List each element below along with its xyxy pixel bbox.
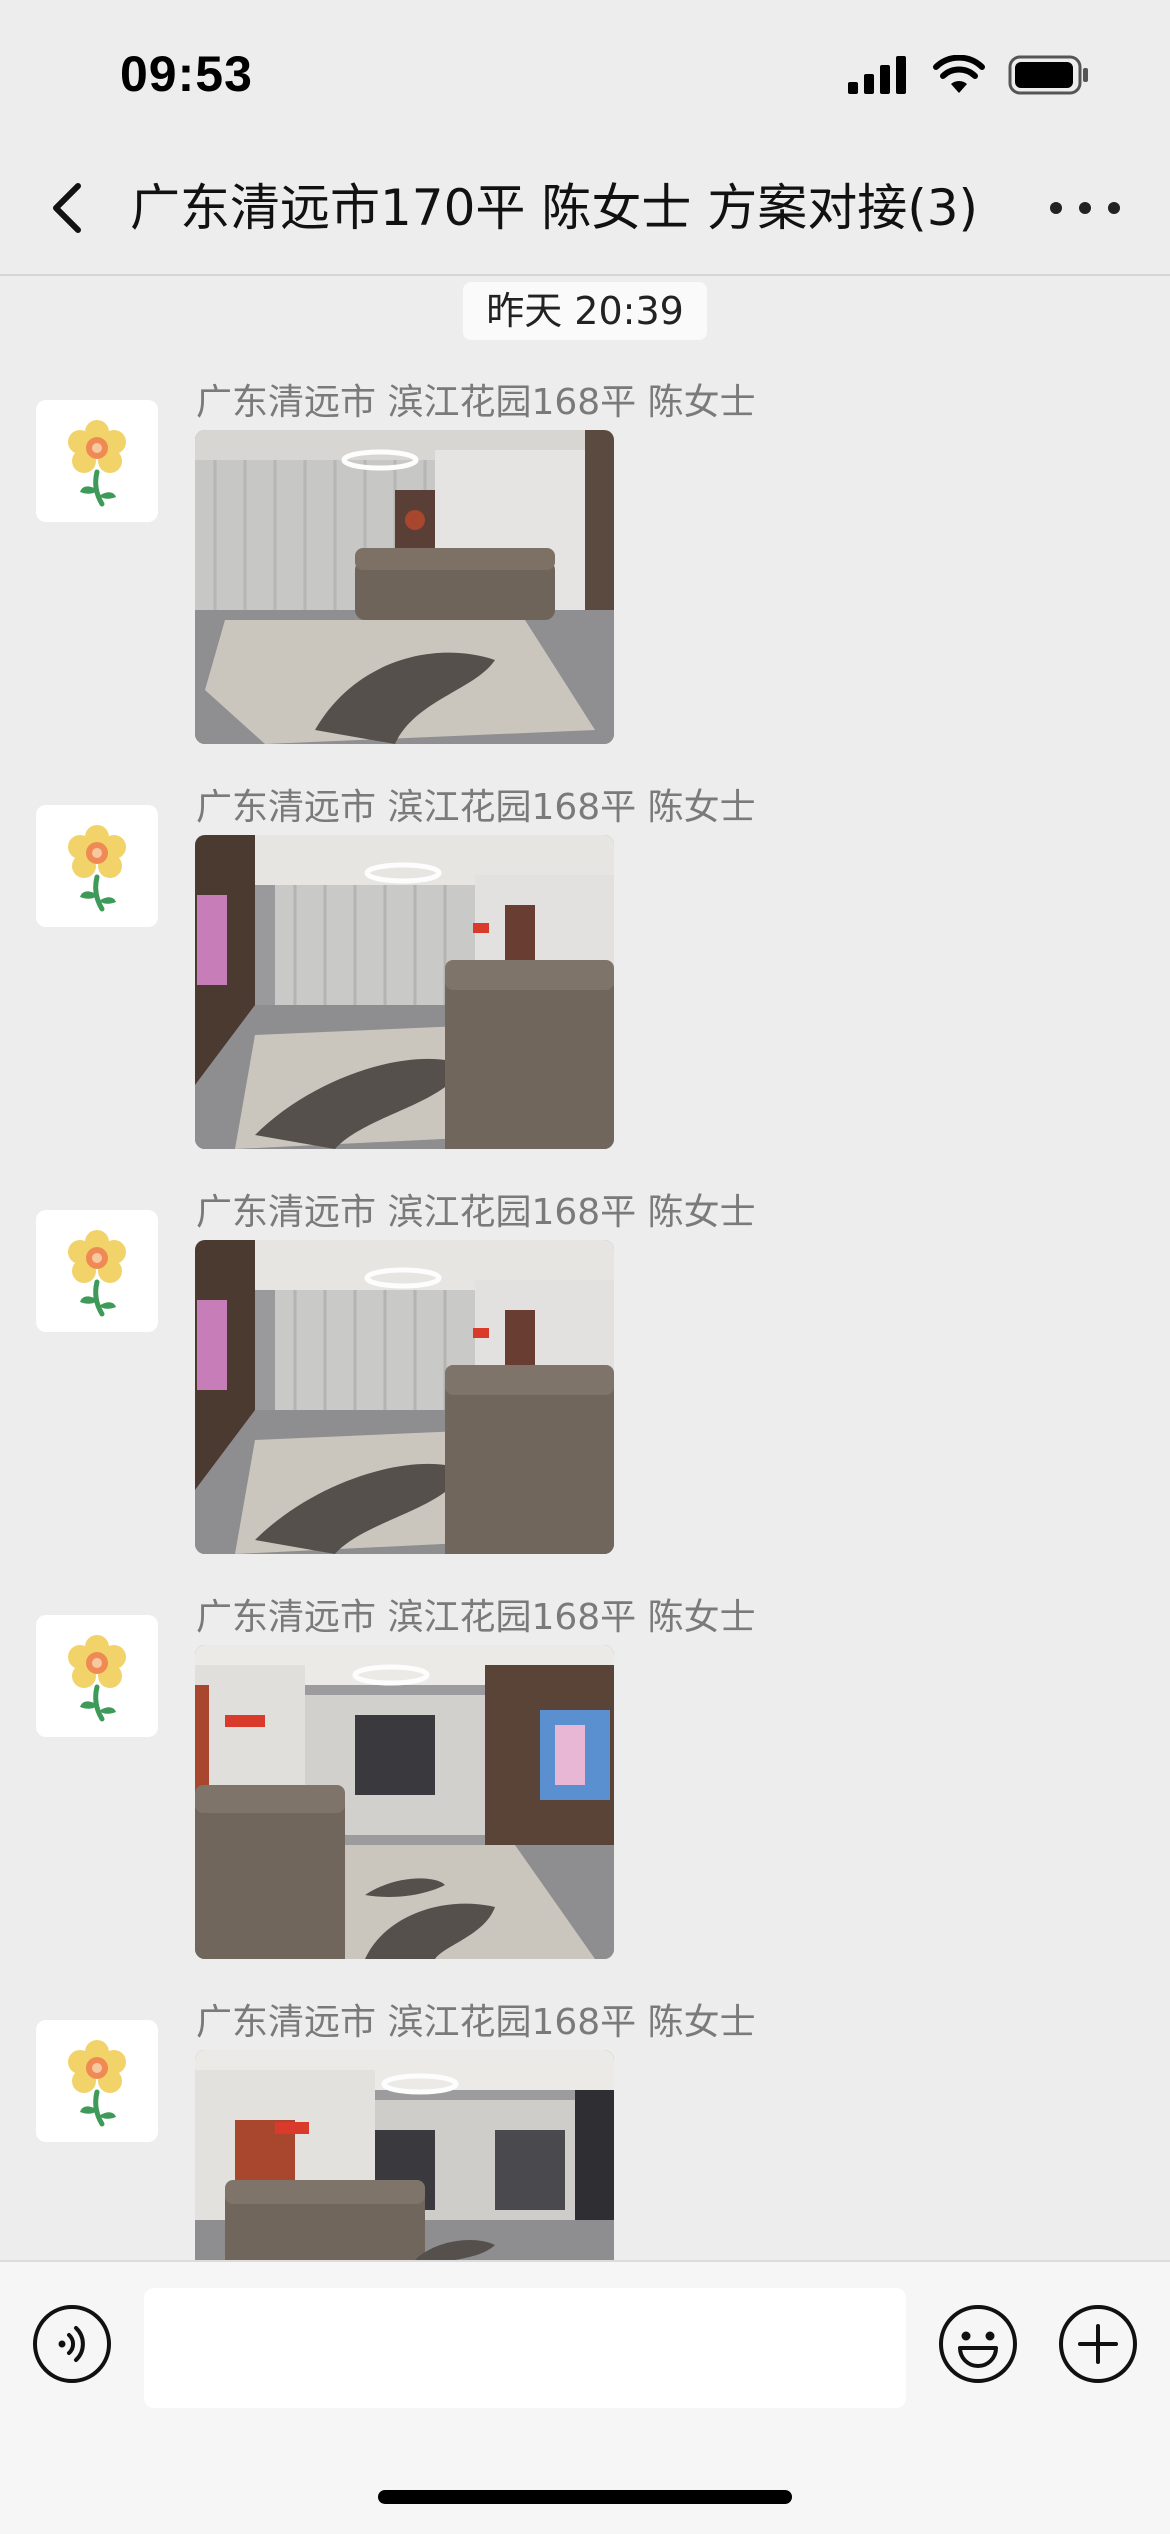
voice-button[interactable] (32, 2304, 112, 2384)
message-timestamp: 昨天 20:39 (463, 282, 707, 340)
sender-name: 广东清远市 滨江花园168平 陈女士 (196, 787, 756, 828)
living-room-photo (195, 1240, 614, 1554)
living-room-photo (195, 1645, 614, 1959)
home-indicator[interactable] (378, 2490, 792, 2504)
flower-avatar-icon (68, 1635, 126, 1722)
battery-icon (1008, 55, 1088, 95)
chat-image[interactable] (195, 835, 614, 1149)
message-item: 广东清远市 滨江花园168平 陈女士 (0, 785, 1170, 1185)
more-dot (1079, 202, 1091, 214)
chat-image[interactable] (195, 430, 614, 744)
sender-name: 广东清远市 滨江花园168平 陈女士 (196, 382, 756, 423)
chevron-left-icon (53, 183, 81, 233)
flower-avatar-icon (68, 2040, 126, 2127)
chat-title: 广东清远市170平 陈女士 方案对接(3) (130, 179, 979, 237)
living-room-photo (195, 2050, 614, 2260)
signal-icon (848, 56, 906, 94)
plus-icon (1059, 2305, 1137, 2383)
message-item: 广东清远市 滨江花园168平 陈女士 (0, 380, 1170, 780)
emoji-button[interactable] (938, 2304, 1018, 2384)
message-input[interactable] (144, 2288, 906, 2408)
status-bar: 09:53 (0, 0, 1170, 140)
avatar[interactable] (36, 1210, 158, 1332)
status-time: 09:53 (120, 46, 253, 102)
flower-avatar-icon (68, 1230, 126, 1317)
more-button[interactable] (1050, 180, 1120, 236)
voice-icon (33, 2305, 111, 2383)
living-room-photo (195, 835, 614, 1149)
status-icons (848, 55, 1090, 95)
chat-image[interactable] (195, 2050, 614, 2260)
back-button[interactable] (40, 176, 100, 240)
chat-image[interactable] (195, 1240, 614, 1554)
more-dots-icon (1050, 202, 1062, 214)
avatar[interactable] (36, 400, 158, 522)
living-room-photo (195, 430, 614, 744)
avatar[interactable] (36, 1615, 158, 1737)
more-actions-button[interactable] (1058, 2304, 1138, 2384)
avatar[interactable] (36, 805, 158, 927)
wifi-icon (933, 55, 985, 93)
flower-avatar-icon (68, 825, 126, 912)
sender-name: 广东清远市 滨江花园168平 陈女士 (196, 1597, 756, 1638)
message-item: 广东清远市 滨江花园168平 陈女士 (0, 1595, 1170, 1995)
sender-name: 广东清远市 滨江花园168平 陈女士 (196, 2002, 756, 2043)
more-dot (1108, 202, 1120, 214)
message-item: 广东清远市 滨江花园168平 陈女士 (0, 1190, 1170, 1590)
chat-header: 广东清远市170平 陈女士 方案对接(3) (0, 140, 1170, 276)
sender-name: 广东清远市 滨江花园168平 陈女士 (196, 1192, 756, 1233)
emoji-icon (939, 2305, 1017, 2383)
avatar[interactable] (36, 2020, 158, 2142)
chat-image[interactable] (195, 1645, 614, 1959)
flower-avatar-icon (68, 420, 126, 507)
